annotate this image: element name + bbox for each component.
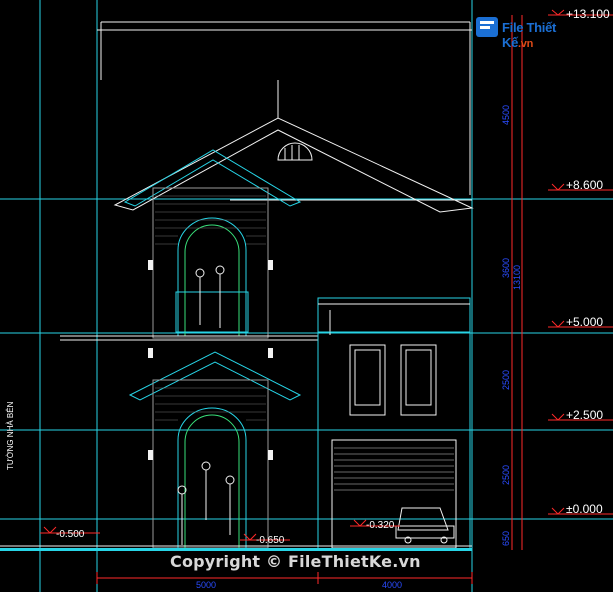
dim-vertical-1: 4500: [501, 105, 511, 125]
dim-horizontal-2: 4000: [382, 580, 402, 590]
side-wall-label: TƯỜNG NHÀ BÊN: [6, 401, 15, 470]
garage-door: [334, 447, 454, 491]
grid-lines: [0, 0, 613, 592]
brand-logo[interactable]: File Thiết Kế.vn: [474, 14, 586, 50]
level-label-l1: +2.500: [566, 408, 603, 422]
elevation-drawing: +13.100 +8.600 +5.000 +2.500 ±0.000 -0.5…: [0, 0, 613, 592]
right-block: [317, 297, 471, 551]
horizontal-dimension: [96, 572, 473, 584]
dim-vertical-3: 2500: [501, 370, 511, 390]
people-figures: [177, 265, 235, 545]
level-label-ground: ±0.000: [566, 502, 603, 516]
logo-icon: [476, 17, 498, 37]
car-icon: [395, 507, 455, 544]
cad-drawing-canvas: +13.100 +8.600 +5.000 +2.500 ±0.000 -0.5…: [0, 0, 613, 592]
roof-vent: [277, 142, 313, 161]
level-label-left-ground: -0.500: [56, 529, 85, 540]
level-label-l2: +5.000: [566, 315, 603, 329]
dim-vertical-2: 3600: [501, 258, 511, 278]
dim-horizontal-1: 5000: [196, 580, 216, 590]
level-label-step: -0.650: [256, 535, 285, 546]
ground-line: [0, 545, 472, 551]
brick-hatch-upper: [155, 195, 266, 245]
dim-vertical-4: 2500: [501, 465, 511, 485]
dim-total: 13100: [512, 265, 522, 290]
brand-name: File Thiết Kế.vn: [502, 20, 586, 50]
level-label-garage: -0.320: [366, 520, 395, 531]
level-markers: [40, 9, 613, 541]
dim-vertical-5: 650: [501, 531, 511, 546]
roof-outline: [97, 21, 474, 213]
upper-gable: [123, 149, 302, 339]
copyright-watermark: Copyright © FileThietKe.vn: [170, 552, 421, 571]
level-label-l3: +8.600: [566, 178, 603, 192]
brand-tld: .vn: [518, 38, 534, 50]
